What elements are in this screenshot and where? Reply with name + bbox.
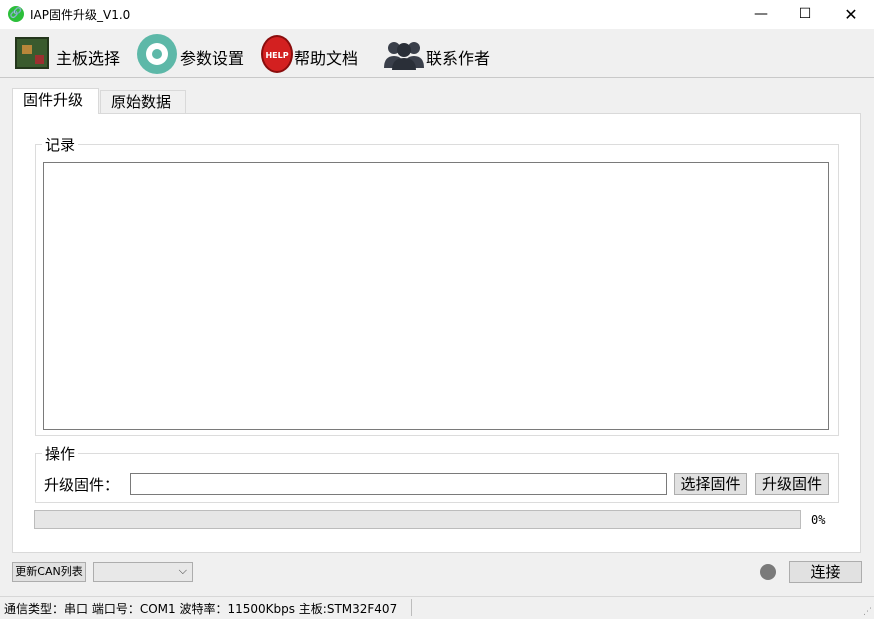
tab-firmware-upgrade[interactable]: 固件升级 bbox=[12, 88, 99, 114]
window-title: IAP固件升级_V1.0 bbox=[30, 8, 131, 22]
log-group: 记录 bbox=[35, 134, 839, 436]
tab-raw-data[interactable]: 原始数据 bbox=[100, 90, 186, 114]
settings-label: 参数设置 bbox=[180, 49, 245, 68]
log-legend: 记录 bbox=[42, 134, 79, 155]
app-icon: 🔗 bbox=[8, 6, 24, 22]
log-textarea[interactable] bbox=[43, 162, 829, 430]
users-icon bbox=[384, 42, 424, 70]
contact-author-label: 联系作者 bbox=[426, 49, 491, 68]
firmware-path-input[interactable] bbox=[130, 473, 667, 495]
close-button[interactable]: ✕ bbox=[828, 0, 874, 29]
board-select-label: 主板选择 bbox=[56, 49, 121, 68]
upgrade-progress-bar bbox=[34, 510, 801, 529]
status-separator bbox=[411, 599, 412, 616]
operation-group: 操作 升级固件： 选择固件 升级固件 bbox=[35, 443, 839, 503]
minimize-button[interactable]: — bbox=[738, 0, 784, 29]
connect-button[interactable]: 连接 bbox=[789, 561, 862, 583]
help-icon: HELP bbox=[261, 35, 293, 73]
chevron-down-icon: ⌵ bbox=[178, 564, 187, 577]
can-device-select[interactable]: ⌵ bbox=[93, 562, 193, 582]
resize-grip-icon[interactable]: ⋰ bbox=[863, 607, 872, 617]
progress-percent: 0% bbox=[811, 513, 826, 527]
firmware-label: 升级固件： bbox=[44, 476, 120, 494]
refresh-can-list-button[interactable]: 更新CAN列表 bbox=[12, 562, 86, 582]
motherboard-icon bbox=[15, 37, 49, 69]
status-bar: 通信类型：串口 端口号：COM1 波特率：11500Kbps 主板:STM32F… bbox=[0, 596, 874, 619]
help-label: 帮助文档 bbox=[294, 49, 359, 68]
upgrade-firmware-button[interactable]: 升级固件 bbox=[755, 473, 829, 495]
title-bar: 🔗 IAP固件升级_V1.0 — ☐ ✕ bbox=[0, 0, 874, 29]
status-text: 通信类型：串口 端口号：COM1 波特率：11500Kbps 主板:STM32F… bbox=[4, 602, 398, 616]
gear-icon bbox=[137, 34, 177, 74]
operation-legend: 操作 bbox=[42, 443, 79, 464]
select-firmware-button[interactable]: 选择固件 bbox=[674, 473, 747, 495]
toolbar: 主板选择 参数设置 HELP 帮助文档 联系作者 bbox=[0, 29, 874, 78]
tab-panel: 记录 操作 升级固件： 选择固件 升级固件 0% bbox=[12, 113, 861, 553]
connection-status-indicator bbox=[760, 564, 776, 580]
maximize-button[interactable]: ☐ bbox=[782, 0, 828, 29]
